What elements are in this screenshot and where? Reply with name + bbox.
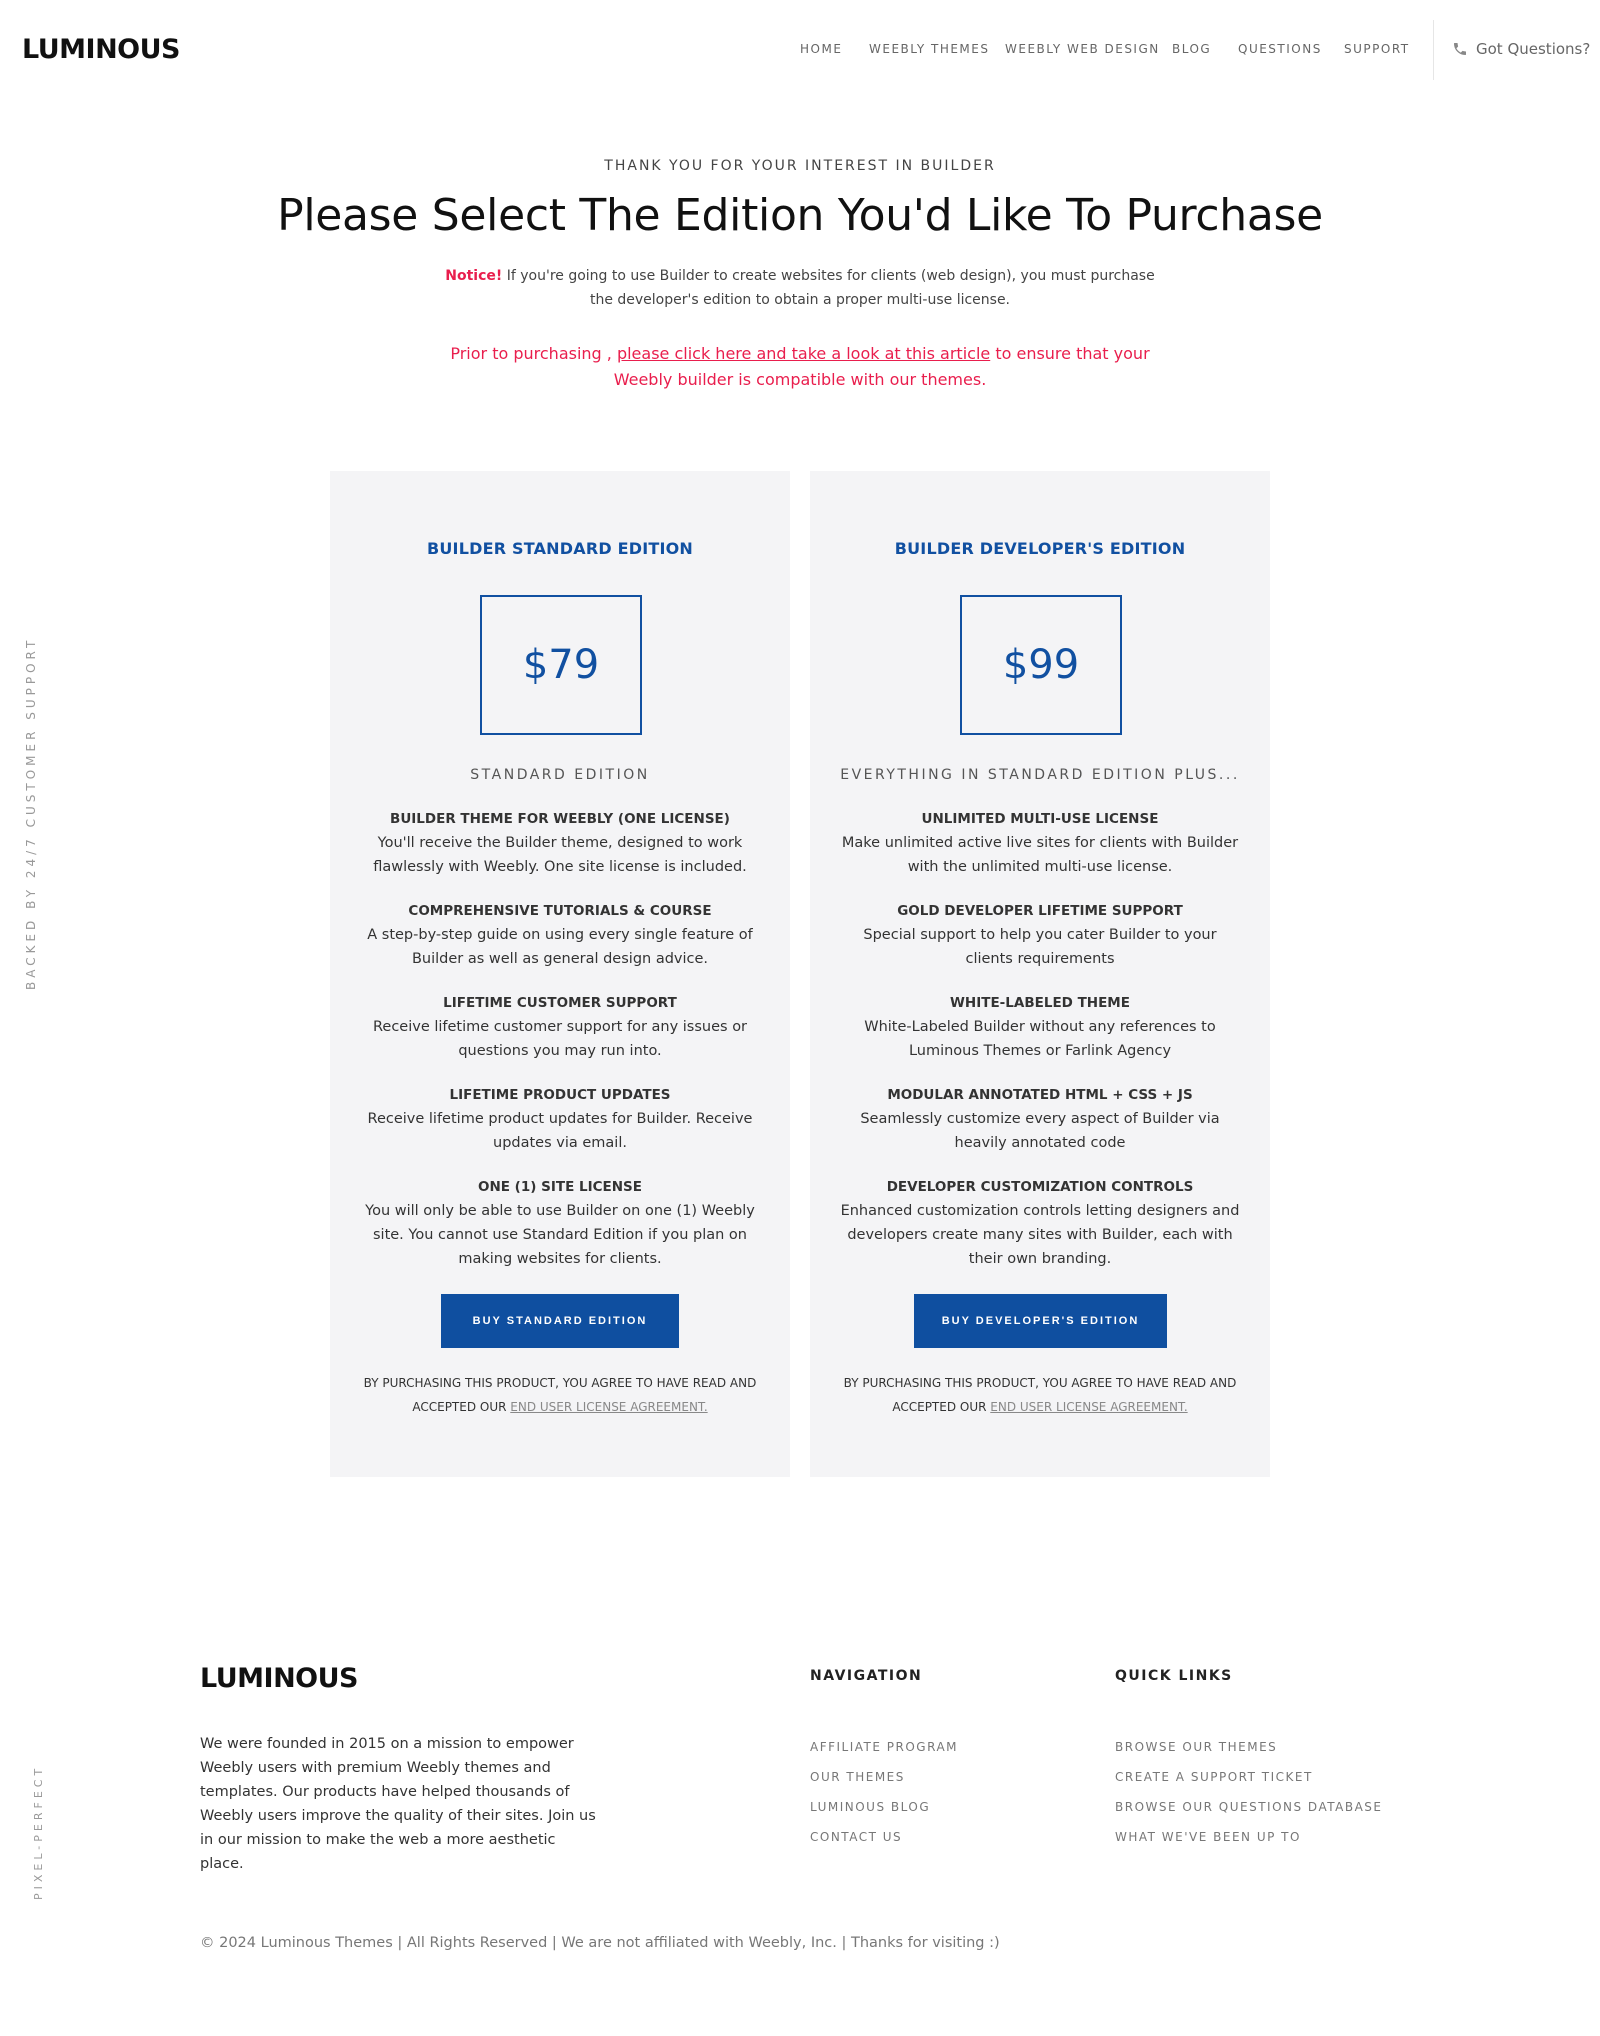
feature-desc: Special support to help you cater Builde… [863,927,1217,967]
feature-item: GOLD DEVELOPER LIFETIME SUPPORT Special s… [840,899,1240,971]
feature-item: LIFETIME PRODUCT UPDATES Receive lifetime… [360,1083,760,1155]
compatibility-article-link[interactable]: please click here and take a look at thi… [617,344,990,363]
price-box: $99 [960,595,1122,735]
feature-item: MODULAR ANNOTATED HTML + CSS + JS Seamles… [840,1083,1240,1155]
terms-text: BY PURCHASING THIS PRODUCT, YOU AGREE TO… [840,1371,1240,1419]
feature-desc: You will only be able to use Builder on … [365,1203,755,1267]
footer-about: We were founded in 2015 on a mission to … [200,1736,596,1872]
notice-label: Notice! [445,268,503,284]
footer-quick-links-title: QUICK LINKS [1115,1668,1233,1684]
main-nav: HOME WEEBLY THEMES WEEBLY WEB DESIGN BLO… [0,42,1600,62]
footer-link-blog[interactable]: LUMINOUS BLOG [810,1792,958,1822]
buy-developer-button[interactable]: BUY DEVELOPER'S EDITION [914,1294,1167,1348]
contact-link[interactable]: Got Questions? [1452,40,1590,58]
footer-link-affiliate[interactable]: AFFILIATE PROGRAM [810,1732,958,1762]
feature-list: BUILDER THEME FOR WEEBLY (ONE LICENSE) Yo… [360,807,760,1291]
feature-item: BUILDER THEME FOR WEEBLY (ONE LICENSE) Yo… [360,807,760,879]
hero-eyebrow: THANK YOU FOR YOUR INTEREST IN BUILDER [604,158,996,174]
page-title: Please Select The Edition You'd Like To … [277,190,1323,241]
phone-icon [1454,43,1466,55]
eula-link[interactable]: END USER LICENSE AGREEMENT. [510,1400,707,1414]
feature-item: COMPREHENSIVE TUTORIALS & COURSE A step-b… [360,899,760,971]
terms-text: BY PURCHASING THIS PRODUCT, YOU AGREE TO… [360,1371,760,1419]
price: $99 [1002,642,1080,688]
footer-link-up-to[interactable]: WHAT WE'VE BEEN UP TO [1115,1822,1382,1852]
feature-desc: Enhanced customization controls letting … [840,1203,1240,1267]
feature-desc: You'll receive the Builder theme, design… [373,835,747,875]
nav-item-weebly-themes[interactable]: WEEBLY THEMES [869,42,990,56]
edition-subhead: STANDARD EDITION [470,767,650,783]
nav-divider [1433,20,1434,80]
feature-item: DEVELOPER CUSTOMIZATION CONTROLS Enhanced… [840,1175,1240,1271]
nav-item-weebly-web-design[interactable]: WEEBLY WEB DESIGN [1005,42,1160,56]
nav-item-home[interactable]: HOME [800,42,842,56]
feature-title: WHITE-LABELED THEME [950,995,1130,1011]
feature-title: BUILDER THEME FOR WEEBLY (ONE LICENSE) [390,811,730,827]
feature-title: GOLD DEVELOPER LIFETIME SUPPORT [897,903,1183,919]
feature-item: UNLIMITED MULTI-USE LICENSE Make unlimite… [840,807,1240,879]
feature-title: UNLIMITED MULTI-USE LICENSE [921,811,1159,827]
nav-item-questions[interactable]: QUESTIONS [1238,42,1322,56]
feature-desc: White-Labeled Builder without any refere… [864,1019,1216,1059]
price-box: $79 [480,595,642,735]
edition-title: BUILDER DEVELOPER'S EDITION [894,539,1186,558]
nav-item-support[interactable]: SUPPORT [1344,42,1410,56]
site-header: LUMINOUS HOME WEEBLY THEMES WEEBLY WEB D… [0,0,1600,100]
feature-desc: Receive lifetime product updates for Bui… [367,1111,753,1151]
feature-title: DEVELOPER CUSTOMIZATION CONTROLS [886,1179,1194,1195]
feature-desc: Receive lifetime customer support for an… [372,1019,748,1059]
copyright: © 2024 Luminous Themes | All Rights Rese… [200,1935,1000,1951]
edition-title: BUILDER STANDARD EDITION [426,539,694,558]
footer-link-our-themes[interactable]: OUR THEMES [810,1762,958,1792]
footer-link-contact[interactable]: CONTACT US [810,1822,958,1852]
feature-desc: A step-by-step guide on using every sing… [367,927,753,967]
feature-list: UNLIMITED MULTI-USE LICENSE Make unlimite… [840,807,1240,1291]
buy-standard-button[interactable]: BUY STANDARD EDITION [441,1294,679,1348]
feature-item: ONE (1) SITE LICENSE You will only be abl… [360,1175,760,1271]
feature-desc: Make unlimited active live sites for cli… [841,835,1239,875]
feature-title: MODULAR ANNOTATED HTML + CSS + JS [887,1087,1193,1103]
price: $79 [522,642,600,688]
edition-subhead: EVERYTHING IN STANDARD EDITION PLUS... [840,767,1240,783]
eula-link[interactable]: END USER LICENSE AGREEMENT. [990,1400,1187,1414]
footer-navigation-title: NAVIGATION [810,1668,923,1684]
feature-title: LIFETIME PRODUCT UPDATES [449,1087,671,1103]
nav-item-blog[interactable]: BLOG [1172,42,1211,56]
standard-edition-card: BUILDER STANDARD EDITION $79 STANDARD ED… [330,471,790,1477]
feature-item: LIFETIME CUSTOMER SUPPORT Receive lifetim… [360,991,760,1063]
footer-link-support-ticket[interactable]: CREATE A SUPPORT TICKET [1115,1762,1382,1792]
pixel-perfect-side-text: PIXEL-PERFECT [32,1764,45,1900]
footer-navigation-links: AFFILIATE PROGRAM OUR THEMES LUMINOUS BL… [810,1732,958,1852]
feature-desc: Seamlessly customize every aspect of Bui… [860,1111,1220,1151]
notice-body: If you're going to use Builder to create… [502,268,1155,308]
feature-title: ONE (1) SITE LICENSE [477,1179,642,1195]
footer-link-questions-db[interactable]: BROWSE OUR QUESTIONS DATABASE [1115,1792,1382,1822]
contact-label: Got Questions? [1476,40,1591,58]
footer-logo[interactable]: LUMINOUS [200,1663,359,1694]
support-side-text: BACKED BY 24/7 CUSTOMER SUPPORT [24,636,38,990]
feature-item: WHITE-LABELED THEME White-Labeled Builder… [840,991,1240,1063]
notice-text: Notice! If you're going to use Builder t… [440,264,1160,312]
compatibility-notice: Prior to purchasing , please click here … [430,341,1170,393]
feature-title: COMPREHENSIVE TUTORIALS & COURSE [408,903,712,919]
developer-edition-card: BUILDER DEVELOPER'S EDITION $99 EVERYTHI… [810,471,1270,1477]
prior-prefix: Prior to purchasing , [450,344,617,363]
feature-title: LIFETIME CUSTOMER SUPPORT [443,995,677,1011]
footer-link-browse-themes[interactable]: BROWSE OUR THEMES [1115,1732,1382,1762]
footer-quick-links: BROWSE OUR THEMES CREATE A SUPPORT TICKE… [1115,1732,1382,1852]
